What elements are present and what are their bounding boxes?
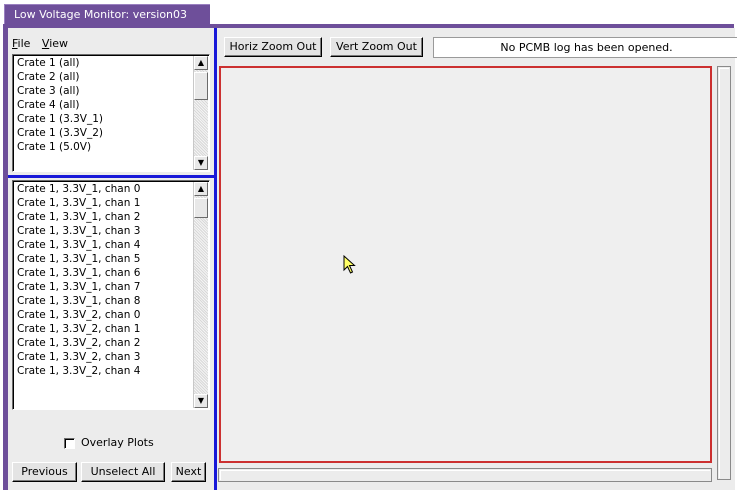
list-item[interactable]: Crate 1, 3.3V_1, chan 1 [17,196,140,210]
list-item[interactable]: Crate 1, 3.3V_2, chan 3 [17,350,140,364]
menu-file[interactable]: File [12,37,30,50]
overlay-plots-label: Overlay Plots [81,436,154,449]
list-item[interactable]: Crate 1, 3.3V_1, chan 3 [17,224,140,238]
plot-horizontal-scrollbar[interactable] [218,468,712,482]
list-item[interactable]: Crate 1, 3.3V_2, chan 2 [17,336,140,350]
crate-list[interactable]: Crate 1 (all) Crate 2 (all) Crate 3 (all) C… [12,54,210,172]
list-item[interactable]: Crate 1, 3.3V_2, chan 4 [17,364,140,378]
channel-list-items: Crate 1, 3.3V_1, chan 0 Crate 1, 3.3V_1, … [17,182,140,378]
status-message: No PCMB log has been opened. [433,37,737,58]
list-item[interactable]: Crate 1, 3.3V_1, chan 2 [17,210,140,224]
next-button[interactable]: Next [171,462,206,482]
list-item[interactable]: Crate 1, 3.3V_2, chan 1 [17,322,140,336]
scroll-thumb[interactable] [194,72,208,100]
window-title: Low Voltage Monitor: version03 [14,8,188,21]
vertical-separator [214,28,217,490]
list-item[interactable]: Crate 1 (3.3V_2) [17,126,103,140]
list-item[interactable]: Crate 1, 3.3V_1, chan 4 [17,238,140,252]
overlay-plots-option[interactable]: Overlay Plots [64,436,154,450]
scroll-up-icon[interactable]: ▲ [194,56,208,70]
plot-area[interactable] [219,66,712,463]
menu-view[interactable]: View [42,37,68,50]
previous-button[interactable]: Previous [12,462,77,482]
list-item[interactable]: Crate 3 (all) [17,84,103,98]
crate-list-items: Crate 1 (all) Crate 2 (all) Crate 3 (all) C… [17,56,103,154]
app-window: File View Crate 1 (all) Crate 2 (all) Crat… [8,28,737,490]
list-item[interactable]: Crate 1, 3.3V_1, chan 0 [17,182,140,196]
vert-zoom-out-button[interactable]: Vert Zoom Out [330,37,423,57]
left-pane: File View Crate 1 (all) Crate 2 (all) Crat… [8,28,214,490]
crate-list-scrollbar[interactable]: ▲ ▼ [193,56,208,170]
list-item[interactable]: Crate 1, 3.3V_1, chan 5 [17,252,140,266]
scroll-down-icon[interactable]: ▼ [194,156,208,170]
list-item[interactable]: Crate 1, 3.3V_1, chan 8 [17,294,140,308]
list-item[interactable]: Crate 1 (all) [17,56,103,70]
menu-view-label: iew [49,37,69,50]
scroll-up-icon[interactable]: ▲ [194,182,208,196]
window-title-tab[interactable]: Low Voltage Monitor: version03 [4,4,210,24]
scroll-down-icon[interactable]: ▼ [194,394,208,408]
channel-list[interactable]: Crate 1, 3.3V_1, chan 0 Crate 1, 3.3V_1, … [12,180,210,410]
list-item[interactable]: Crate 4 (all) [17,98,103,112]
mouse-pointer-icon [343,255,356,274]
scroll-thumb[interactable] [194,198,208,218]
unselect-all-button[interactable]: Unselect All [81,462,165,482]
list-item[interactable]: Crate 2 (all) [17,70,103,84]
list-item[interactable]: Crate 1 (5.0V) [17,140,103,154]
list-item[interactable]: Crate 1, 3.3V_2, chan 0 [17,308,140,322]
channel-list-scrollbar[interactable]: ▲ ▼ [193,182,208,408]
list-item[interactable]: Crate 1 (3.3V_1) [17,112,103,126]
horiz-zoom-out-button[interactable]: Horiz Zoom Out [224,37,322,57]
pane-separator [8,175,214,178]
menu-file-label: ile [17,37,31,50]
list-item[interactable]: Crate 1, 3.3V_1, chan 7 [17,280,140,294]
menu-bar: File View [12,37,76,53]
plot-vertical-scrollbar[interactable] [717,66,731,480]
list-item[interactable]: Crate 1, 3.3V_1, chan 6 [17,266,140,280]
overlay-plots-checkbox[interactable] [64,437,75,449]
